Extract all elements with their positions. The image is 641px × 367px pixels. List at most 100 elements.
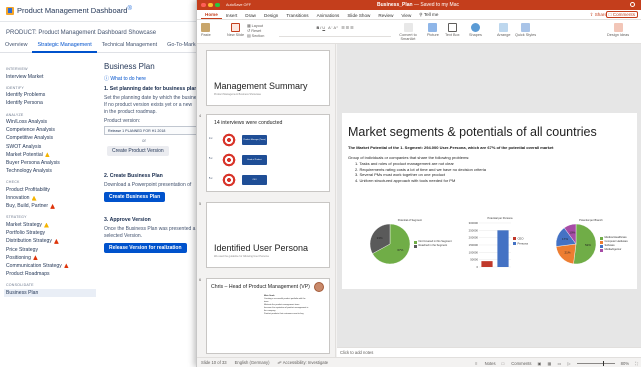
sidebar-item-label: Technology Analysis [6, 168, 52, 175]
help-link[interactable]: ⓘ What to do here [104, 75, 204, 82]
step1-text: If no product version exists yet or a ne… [104, 102, 193, 108]
slide-layout-group: ▦ Layout ↺ Reset ▤ Section [247, 23, 264, 38]
ppt-tab-insert[interactable]: Insert [222, 13, 242, 20]
shapes-button[interactable]: Shapes [469, 23, 482, 37]
share-button[interactable]: ⇧ Share [590, 12, 607, 18]
ppt-tab-review[interactable]: Review [374, 13, 397, 20]
sidebar-item-buyer-persona-analysis[interactable]: Buyer Persona Analysis [4, 159, 96, 167]
step3-title: 3. Approve Version [104, 217, 151, 223]
slide-intro[interactable]: Group of individuals or companies that s… [348, 155, 469, 160]
notes-input[interactable]: Click to add notes [337, 347, 641, 357]
slide-thumbnail[interactable]: 14 interviews were conducted 4 x Product… [206, 114, 330, 192]
main-content: Business Plan ⓘ What to do here 1. Set p… [104, 62, 204, 253]
ppt-tab-slide-show[interactable]: Slide Show [343, 13, 374, 20]
comments-button[interactable]: □ Comments [605, 11, 638, 18]
target-icon [221, 172, 237, 188]
ppt-tell-me[interactable]: ⚲ Tell me [415, 12, 442, 20]
design-ideas-icon [613, 23, 623, 32]
paste-button[interactable]: Paste [201, 23, 211, 37]
ppt-tab-animations[interactable]: Animations [313, 13, 344, 20]
create-business-plan-button[interactable]: Create Business Plan [104, 192, 166, 202]
sidebar-item-business-plan[interactable]: Business Plan [4, 288, 96, 297]
slide-title[interactable]: Market segments & potentials of all coun… [348, 125, 597, 139]
slide-thumbnails-pane[interactable]: Management Summary Product Management Bu… [197, 44, 336, 357]
sidebar-item-identify-problems[interactable]: Identify Problems [4, 91, 96, 99]
new-slide-button[interactable]: New Slide [227, 23, 244, 37]
release-version-button[interactable]: Release Version for realization [104, 243, 187, 253]
ppt-tab-transitions[interactable]: Transitions [282, 13, 312, 20]
sidebar-item-technology-analysis[interactable]: Technology Analysis [4, 167, 96, 175]
product-version-select[interactable]: Release 1 PLANNED FOR H1 2018 [104, 126, 200, 135]
section-button[interactable]: ▤ Section [247, 33, 264, 38]
language-indicator[interactable]: English (Germany) [235, 360, 270, 365]
maximize-window-button[interactable] [215, 2, 220, 8]
slide-potential-line[interactable]: The Market Potential of the 1. Segment: … [348, 145, 553, 150]
sidebar-item-communication-strategy[interactable]: Communication Strategy [4, 262, 96, 270]
slide-thumbnail[interactable]: Identified User Persona We used the guid… [206, 202, 330, 268]
slide-editor[interactable]: Market segments & potentials of all coun… [337, 44, 641, 347]
sidebar-item-swot-analysis[interactable]: SWOT Analysis [4, 143, 96, 151]
ppt-tab-draw[interactable]: Draw [241, 13, 260, 20]
search-icon[interactable] [630, 2, 635, 7]
create-product-version-button[interactable]: Create Product Version [107, 146, 169, 156]
arrange-button[interactable]: Arrange [497, 23, 511, 37]
minimize-window-button[interactable] [208, 2, 213, 8]
status-bar: Slide 10 of 33 English (Germany) ☍ Acces… [197, 357, 641, 367]
sidebar-item-product-profitability[interactable]: Product Profitability [4, 186, 96, 194]
sidebar-item-innovation[interactable]: Innovation [4, 194, 96, 202]
ppt-tab-design[interactable]: Design [260, 13, 282, 20]
sidebar-item-win-loss-analysis[interactable]: Win/Loss Analysis [4, 118, 96, 126]
slide-thumbnail[interactable]: Chris – Head of Product Management (VP) … [206, 278, 330, 354]
sidebar-item-market-potential[interactable]: Market Potential [4, 151, 96, 159]
accessibility-check[interactable]: ☍ Accessibility: Investigate [278, 360, 329, 365]
font-controls[interactable]: B I U A⁻ A⁺ ☰ ☰ ☰ [279, 25, 391, 37]
zoom-level[interactable]: 80% [621, 361, 629, 366]
sidebar-item-product-roadmaps[interactable]: Product Roadmaps [4, 270, 96, 278]
sidebar-item-market-strategy[interactable]: Market Strategy [4, 221, 96, 229]
target-icon [221, 132, 237, 148]
tab-overview[interactable]: Overview [0, 40, 32, 53]
sidebar-item-competence-analysis[interactable]: Competence Analysis [4, 126, 96, 134]
sidebar-item-label: Buy, Build, Partner [6, 203, 49, 210]
status-right: ≡ Notes □ Comments ▣ ▦ ▭ ▷ 80% ⛶ [469, 358, 638, 367]
chart-potential-per-branch[interactable]: Potential per Branch 52% 21% 17% 10% Medica… [554, 219, 628, 266]
convert-smartart-button[interactable]: Convert to SmartArt [395, 23, 421, 41]
sidebar-item-positioning[interactable]: Positioning [4, 254, 96, 262]
problem-list[interactable]: 1. Tasks and roles of product management… [355, 161, 486, 183]
legend-swatch [600, 244, 603, 248]
notes-toggle[interactable]: ≡ Notes [475, 361, 496, 366]
zoom-slider-handle[interactable] [602, 360, 604, 366]
ppt-tab-home[interactable]: Home [201, 12, 222, 19]
text-box-button[interactable]: Text Box [445, 23, 460, 37]
current-slide[interactable]: Market segments & potentials of all coun… [342, 113, 637, 289]
ppt-tab-view[interactable]: View [397, 13, 415, 20]
close-window-button[interactable] [201, 2, 206, 8]
picture-button[interactable]: Picture [427, 23, 439, 37]
tab-technical-management[interactable]: Technical Management [97, 40, 162, 53]
chart-potential-per-persona[interactable]: Potential per Persona 300000 250000 200000… [462, 217, 538, 274]
normal-view-icon[interactable]: ▣ [538, 361, 542, 366]
zoom-slider[interactable] [576, 360, 615, 366]
sidebar-item-label: Identify Problems [6, 92, 46, 99]
sidebar-item-price-strategy[interactable]: Price Strategy [4, 246, 96, 254]
slide-sorter-icon[interactable]: ▦ [548, 361, 552, 366]
design-ideas-button[interactable]: Design Ideas [607, 23, 629, 37]
sidebar-item-interview-market[interactable]: Interview Market [4, 73, 96, 81]
fit-slide-icon[interactable]: ⛶ [635, 361, 638, 366]
chart-potential-of-segment[interactable]: Potential of Segment 67% 33% Not Covered … [368, 219, 452, 266]
sidebar-item-portfolio-strategy[interactable]: Portfolio Strategy [4, 229, 96, 237]
legend-item: Media/Agentur [600, 248, 628, 252]
slideshow-icon[interactable]: ▷ [567, 361, 570, 366]
sidebar-item-buy-build-partner[interactable]: Buy, Build, Partner [4, 202, 96, 210]
sidebar-item-competitive-analysis[interactable]: Competitive Analysis [4, 134, 96, 142]
sidebar-item-label: Portfolio Strategy [6, 230, 46, 237]
app-logo-icon [6, 6, 14, 15]
quick-styles-button[interactable]: Quick Styles [515, 23, 536, 37]
tab-strategic-management[interactable]: Strategic Management [32, 40, 97, 53]
slide-thumbnail[interactable]: Management Summary Product Management Bu… [206, 50, 330, 106]
reading-view-icon[interactable]: ▭ [557, 361, 561, 366]
sidebar-item-identify-persona[interactable]: Identify Persona [4, 99, 96, 107]
sidebar-item-distribution-strategy[interactable]: Distribution Strategy [4, 237, 96, 245]
comments-toggle[interactable]: □ Comments [502, 361, 532, 366]
autosave-toggle[interactable]: AutoSave OFF [226, 3, 251, 7]
